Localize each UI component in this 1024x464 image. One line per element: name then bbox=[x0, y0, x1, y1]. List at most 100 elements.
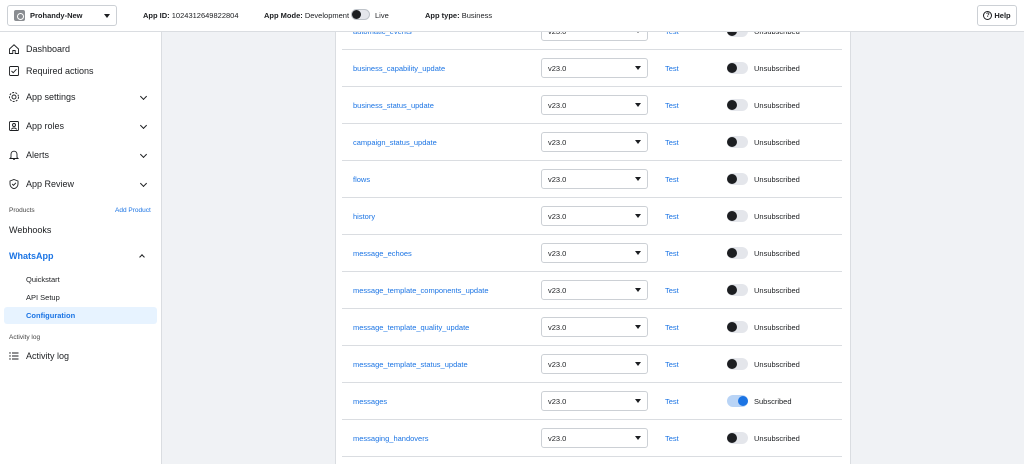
sidebar-item-app-review[interactable]: App Review bbox=[8, 174, 152, 194]
subscribe-toggle[interactable] bbox=[727, 99, 748, 111]
test-link[interactable]: Test bbox=[665, 286, 679, 295]
chevron-down-icon bbox=[139, 121, 148, 130]
checklist-icon bbox=[8, 65, 20, 77]
test-link[interactable]: Test bbox=[665, 249, 679, 258]
field-name-link[interactable]: messages bbox=[353, 397, 387, 406]
version-select[interactable]: v23.0 bbox=[541, 132, 648, 152]
sidebar-item-app-roles[interactable]: App roles bbox=[8, 116, 152, 136]
toggle-knob bbox=[727, 100, 737, 110]
test-link[interactable]: Test bbox=[665, 212, 679, 221]
test-link[interactable]: Test bbox=[665, 32, 679, 36]
version-select[interactable]: v23.0 bbox=[541, 95, 648, 115]
test-link[interactable]: Test bbox=[665, 323, 679, 332]
version-select[interactable]: v23.0 bbox=[541, 169, 648, 189]
sidebar-item-whatsapp[interactable]: WhatsApp bbox=[9, 248, 153, 264]
version-select[interactable]: v23.0 bbox=[541, 58, 648, 78]
field-name-link[interactable]: message_echoes bbox=[353, 249, 412, 258]
app-selector[interactable]: Prohandy-New bbox=[7, 5, 117, 26]
help-button[interactable]: ? Help bbox=[977, 5, 1017, 26]
version-value: v23.0 bbox=[548, 285, 567, 295]
sidebar-item-activity-log[interactable]: Activity log bbox=[8, 346, 152, 366]
chevron-down-icon bbox=[635, 362, 641, 366]
field-name-link[interactable]: flows bbox=[353, 175, 370, 184]
sidebar-item-label: Alerts bbox=[26, 150, 50, 160]
test-link[interactable]: Test bbox=[665, 397, 679, 406]
sidebar-subitem-configuration[interactable]: Configuration bbox=[26, 311, 75, 320]
subscribe-toggle[interactable] bbox=[727, 210, 748, 222]
table-row: message_template_status_update v23.0 Test U… bbox=[342, 346, 842, 383]
subscribe-toggle[interactable] bbox=[727, 62, 748, 74]
sidebar-subitem-api-setup[interactable]: API Setup bbox=[26, 293, 60, 302]
toggle-knob bbox=[727, 359, 737, 369]
test-link[interactable]: Test bbox=[665, 175, 679, 184]
app-id-value: 1024312649822804 bbox=[171, 11, 239, 20]
test-link[interactable]: Test bbox=[665, 360, 679, 369]
app-mode: App Mode: Development bbox=[264, 11, 349, 20]
field-name-link[interactable]: business_status_update bbox=[353, 101, 434, 110]
version-select[interactable]: v23.0 bbox=[541, 317, 648, 337]
subscription-status: Unsubscribed bbox=[754, 323, 800, 332]
gear-icon bbox=[8, 91, 20, 103]
test-link[interactable]: Test bbox=[665, 138, 679, 147]
sidebar-item-app-settings[interactable]: App settings bbox=[8, 87, 152, 107]
version-select[interactable]: v23.0 bbox=[541, 243, 648, 263]
subscribe-toggle[interactable] bbox=[727, 32, 748, 37]
table-row: business_capability_update v23.0 Test Unsub… bbox=[342, 50, 842, 87]
toggle-knob bbox=[727, 211, 737, 221]
sidebar-item-label: WhatsApp bbox=[9, 251, 54, 261]
field-name-link[interactable]: message_template_quality_update bbox=[353, 323, 469, 332]
subscribe-toggle[interactable] bbox=[727, 395, 748, 407]
table-row: message_echoes v23.0 Test Unsubscribed bbox=[342, 235, 842, 272]
sidebar-subitem-quickstart[interactable]: Quickstart bbox=[26, 275, 60, 284]
field-name-link[interactable]: business_capability_update bbox=[353, 64, 445, 73]
subscribe-toggle[interactable] bbox=[727, 247, 748, 259]
table-row: message_template_components_update v23.0 T… bbox=[342, 272, 842, 309]
chevron-down-icon bbox=[635, 103, 641, 107]
subscribe-toggle[interactable] bbox=[727, 321, 748, 333]
chevron-down-icon bbox=[104, 13, 110, 18]
version-select[interactable]: v23.0 bbox=[541, 428, 648, 448]
subscribe-toggle[interactable] bbox=[727, 432, 748, 444]
table-row: messages v23.0 Test Subscribed bbox=[342, 383, 842, 420]
toggle-knob bbox=[727, 322, 737, 332]
chevron-down-icon bbox=[635, 399, 641, 403]
app-mode-toggle[interactable] bbox=[351, 9, 370, 20]
chevron-down-icon bbox=[139, 150, 148, 159]
test-link[interactable]: Test bbox=[665, 434, 679, 443]
subscription-status: Unsubscribed bbox=[754, 286, 800, 295]
sidebar-item-webhooks[interactable]: Webhooks bbox=[9, 225, 51, 235]
subscribe-toggle[interactable] bbox=[727, 173, 748, 185]
test-link[interactable]: Test bbox=[665, 101, 679, 110]
field-name-link[interactable]: history bbox=[353, 212, 375, 221]
version-select[interactable]: v23.0 bbox=[541, 206, 648, 226]
version-value: v23.0 bbox=[548, 137, 567, 147]
subscribe-toggle[interactable] bbox=[727, 136, 748, 148]
field-name-link[interactable]: message_template_components_update bbox=[353, 286, 489, 295]
version-value: v23.0 bbox=[548, 433, 567, 443]
chevron-down-icon bbox=[635, 177, 641, 181]
chevron-down-icon bbox=[635, 140, 641, 144]
subscribe-toggle[interactable] bbox=[727, 358, 748, 370]
field-name-link[interactable]: message_template_status_update bbox=[353, 360, 468, 369]
version-value: v23.0 bbox=[548, 396, 567, 406]
field-name-link[interactable]: messaging_handovers bbox=[353, 434, 428, 443]
test-link[interactable]: Test bbox=[665, 64, 679, 73]
field-name-link[interactable]: campaign_status_update bbox=[353, 138, 437, 147]
sidebar-item-dashboard[interactable]: Dashboard bbox=[8, 39, 152, 59]
chevron-down-icon bbox=[635, 251, 641, 255]
sidebar-item-label: App roles bbox=[26, 121, 65, 131]
sidebar-item-alerts[interactable]: Alerts bbox=[8, 145, 152, 165]
field-name-link[interactable]: automatic_events bbox=[353, 32, 412, 36]
toggle-knob bbox=[738, 396, 748, 406]
version-select[interactable]: v23.0 bbox=[541, 354, 648, 374]
version-select[interactable]: v23.0 bbox=[541, 32, 648, 41]
subscription-status: Unsubscribed bbox=[754, 138, 800, 147]
toggle-knob bbox=[352, 10, 361, 19]
version-select[interactable]: v23.0 bbox=[541, 280, 648, 300]
add-product-link[interactable]: Add Product bbox=[115, 207, 151, 214]
sidebar-item-required-actions[interactable]: Required actions bbox=[8, 61, 152, 81]
toggle-knob bbox=[727, 137, 737, 147]
subscribe-toggle[interactable] bbox=[727, 284, 748, 296]
shield-check-icon bbox=[8, 178, 20, 190]
version-select[interactable]: v23.0 bbox=[541, 391, 648, 411]
